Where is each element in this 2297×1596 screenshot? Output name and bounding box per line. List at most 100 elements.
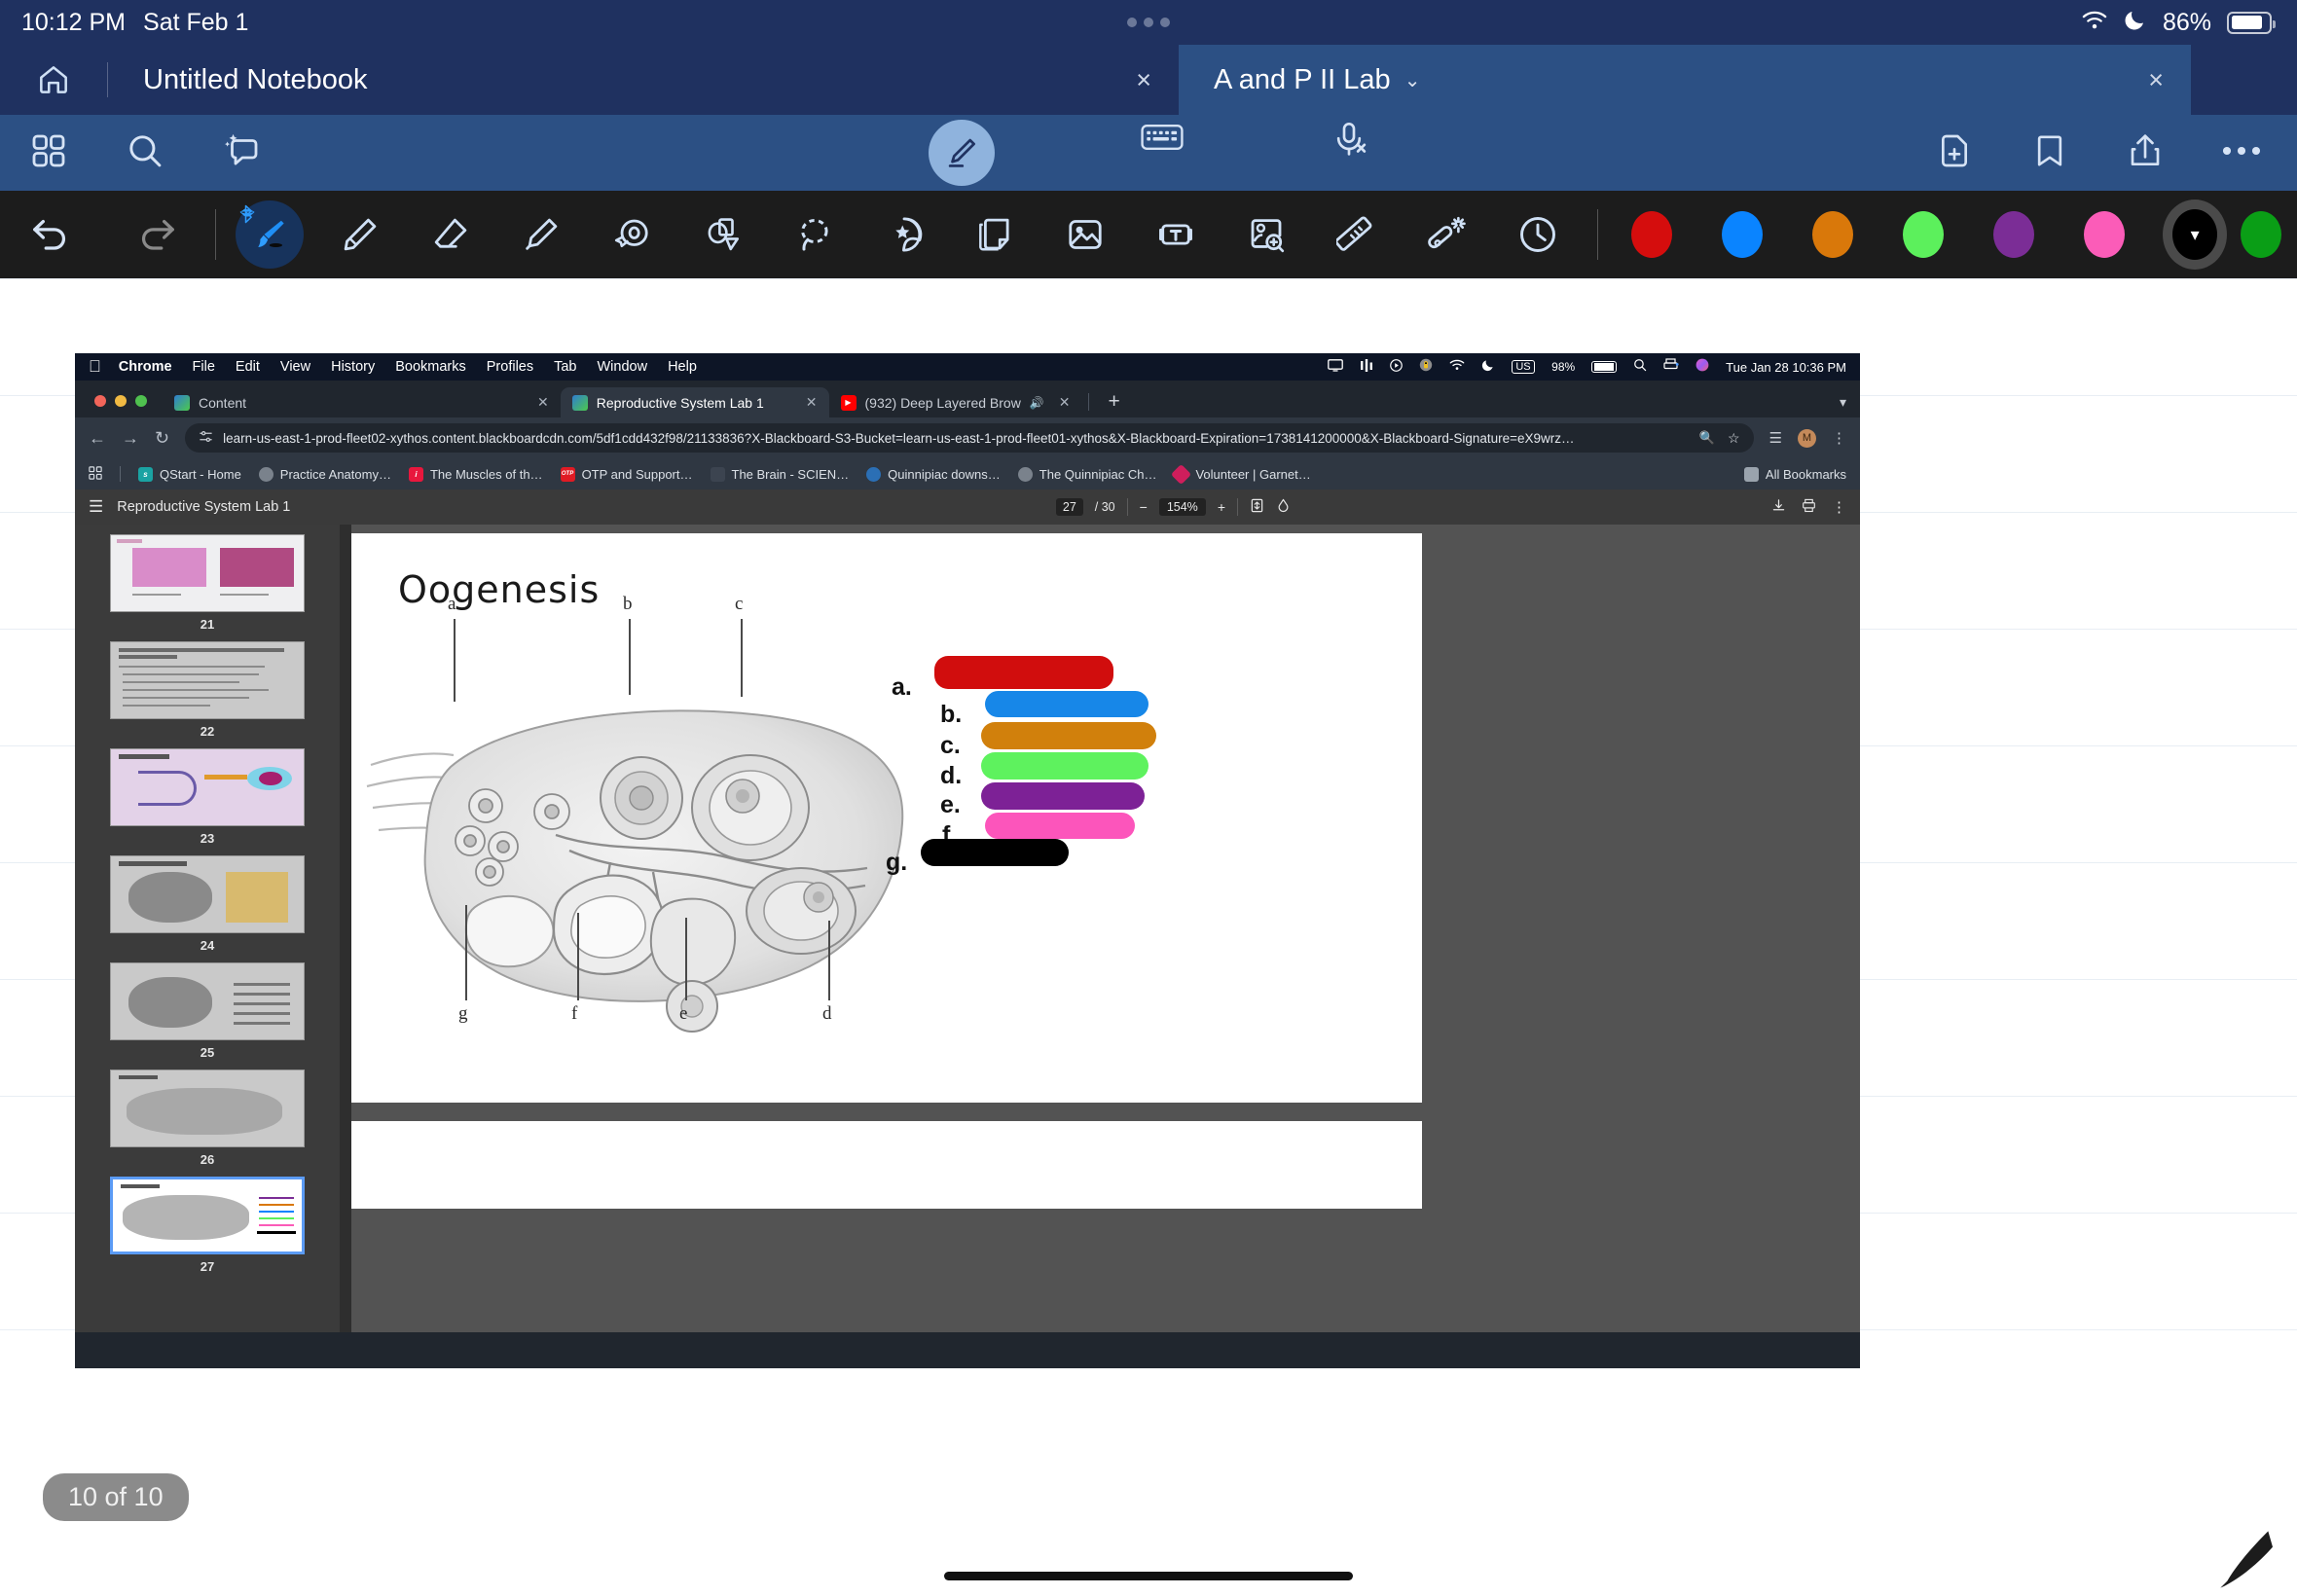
sticker-tool[interactable] bbox=[858, 191, 949, 278]
browser-tab-content[interactable]: Content ✕ bbox=[163, 387, 561, 417]
bookmark-the-brain[interactable]: The Brain - SCIEN… bbox=[710, 466, 849, 482]
eraser-tool[interactable] bbox=[406, 191, 496, 278]
bookmark-qstart[interactable]: s QStart - Home bbox=[138, 466, 241, 482]
color-dark-green[interactable] bbox=[2240, 191, 2297, 278]
hamburger-menu-icon[interactable]: ☰ bbox=[89, 497, 103, 517]
printer-icon[interactable] bbox=[1663, 358, 1679, 376]
pdf-current-page[interactable]: 27 bbox=[1055, 498, 1083, 516]
address-bar[interactable]: learn-us-east-1-prod-fleet02-xythos.cont… bbox=[185, 423, 1754, 453]
pdf-thumbnail[interactable]: 26 bbox=[110, 1070, 305, 1167]
close-icon[interactable]: × bbox=[1136, 65, 1151, 95]
ruler-tool[interactable] bbox=[1312, 191, 1403, 278]
color-pink[interactable] bbox=[2060, 191, 2150, 278]
bookmark-quinnipiac-ch[interactable]: The Quinnipiac Ch… bbox=[1017, 466, 1156, 482]
fit-page-icon[interactable] bbox=[1250, 498, 1264, 516]
bookmark-practice-anatomy[interactable]: Practice Anatomy… bbox=[258, 466, 391, 482]
text-box-tool[interactable] bbox=[1130, 191, 1221, 278]
more-options-icon[interactable] bbox=[2221, 144, 2262, 163]
bookmarks-grid-icon[interactable] bbox=[89, 465, 102, 483]
menu-help[interactable]: Help bbox=[668, 359, 697, 375]
highlighter-tool[interactable] bbox=[496, 191, 587, 278]
close-icon[interactable]: ✕ bbox=[1059, 394, 1071, 411]
menu-profiles[interactable]: Profiles bbox=[487, 359, 533, 375]
pdf-page-27[interactable]: Oogenesis a b c g f e d a. b. c. d. e. f… bbox=[351, 533, 1422, 1103]
pdf-thumbnail[interactable]: 23 bbox=[110, 748, 305, 846]
color-black-selected[interactable]: ▾ bbox=[2150, 191, 2241, 278]
zoom-out-button[interactable]: − bbox=[1140, 499, 1148, 515]
close-icon[interactable]: ✕ bbox=[537, 394, 549, 411]
magic-wand-tool[interactable] bbox=[1403, 191, 1493, 278]
menu-history[interactable]: History bbox=[331, 359, 375, 375]
home-indicator-bar[interactable] bbox=[944, 1572, 1353, 1580]
pdf-thumbnail[interactable]: 25 bbox=[110, 962, 305, 1060]
menu-chrome[interactable]: Chrome bbox=[119, 359, 172, 375]
menu-edit[interactable]: Edit bbox=[236, 359, 260, 375]
bookmark-icon[interactable] bbox=[2030, 131, 2069, 175]
forward-arrow-icon[interactable]: → bbox=[122, 428, 139, 449]
answer-key-annotations[interactable]: a. b. c. d. e. f. g. bbox=[886, 652, 1222, 876]
browser-tab-reproductive-system[interactable]: Reproductive System Lab 1 ✕ bbox=[560, 387, 829, 417]
kebab-menu-icon[interactable]: ⋮ bbox=[1832, 498, 1846, 516]
pdf-zoom-level[interactable]: 154% bbox=[1158, 498, 1206, 516]
menu-bookmarks[interactable]: Bookmarks bbox=[395, 359, 466, 375]
pencil-tool[interactable] bbox=[314, 191, 405, 278]
new-tab-button[interactable]: + bbox=[1095, 390, 1134, 417]
display-icon[interactable] bbox=[1328, 358, 1343, 376]
kebab-menu-icon[interactable]: ⋮ bbox=[1832, 429, 1846, 447]
notebook-tab-ap2lab[interactable]: A and P II Lab ⌄ × bbox=[1179, 45, 2191, 115]
menu-tab[interactable]: Tab bbox=[554, 359, 576, 375]
color-purple[interactable] bbox=[1968, 191, 2059, 278]
moon-icon[interactable] bbox=[1481, 358, 1495, 376]
add-page-icon[interactable] bbox=[1935, 131, 1974, 175]
chevron-down-icon[interactable]: ▾ bbox=[2172, 209, 2218, 260]
zoom-in-button[interactable]: + bbox=[1218, 499, 1225, 515]
embedded-browser-screenshot[interactable]:  Chrome File Edit View History Bookmark… bbox=[75, 353, 1860, 1368]
shapes-tool[interactable] bbox=[677, 191, 768, 278]
color-orange[interactable] bbox=[1787, 191, 1878, 278]
brush-tool[interactable]: 🗢 bbox=[224, 191, 314, 278]
pen-mode-icon[interactable] bbox=[929, 120, 995, 186]
bookmark-muscles[interactable]: i The Muscles of th… bbox=[408, 466, 543, 482]
all-bookmarks-button[interactable]: All Bookmarks bbox=[1743, 466, 1846, 482]
bookmark-volunteer[interactable]: Volunteer | Garnet… bbox=[1171, 463, 1311, 485]
reload-icon[interactable]: ↻ bbox=[155, 428, 169, 449]
tape-tool[interactable] bbox=[587, 191, 677, 278]
color-red[interactable] bbox=[1606, 191, 1696, 278]
bookmark-otp[interactable]: OTP OTP and Support… bbox=[560, 466, 693, 482]
pdf-thumbnail[interactable]: 24 bbox=[110, 855, 305, 953]
menu-window[interactable]: Window bbox=[598, 359, 648, 375]
mac-date-time[interactable]: Tue Jan 28 10:36 PM bbox=[1726, 360, 1846, 375]
pdf-thumbnail-selected[interactable]: 27 bbox=[110, 1177, 305, 1274]
home-icon[interactable] bbox=[0, 45, 107, 115]
undo-button[interactable] bbox=[0, 191, 104, 278]
siri-icon[interactable] bbox=[1695, 358, 1709, 376]
snip-tool[interactable] bbox=[1221, 191, 1312, 278]
apple-logo-icon[interactable]:  bbox=[89, 357, 101, 377]
search-icon[interactable] bbox=[1633, 358, 1647, 376]
print-icon[interactable] bbox=[1802, 498, 1816, 516]
browser-tab-youtube[interactable]: ▶ (932) Deep Layered Brow 🔊 ✕ bbox=[829, 387, 1082, 417]
redo-button[interactable] bbox=[104, 191, 208, 278]
notebook-tab-untitled[interactable]: Untitled Notebook × bbox=[108, 45, 1179, 115]
pdf-viewer-body[interactable]: 21 22 23 24 25 26 27 Oogenesis a b c g f… bbox=[75, 525, 1860, 1332]
star-icon[interactable]: ☆ bbox=[1728, 430, 1740, 447]
pdf-thumbnail-sidebar[interactable]: 21 22 23 24 25 26 27 bbox=[75, 525, 340, 1332]
download-icon[interactable] bbox=[1771, 498, 1786, 516]
sticky-note-tool[interactable] bbox=[949, 191, 1039, 278]
pdf-document-area[interactable]: Oogenesis a b c g f e d a. b. c. d. e. f… bbox=[351, 525, 1860, 1332]
close-icon[interactable]: ✕ bbox=[806, 394, 818, 411]
back-arrow-icon[interactable]: ← bbox=[89, 428, 106, 449]
lasso-tool[interactable] bbox=[768, 191, 858, 278]
tab-search-chevron-icon[interactable]: ▾ bbox=[1826, 394, 1860, 417]
menu-view[interactable]: View bbox=[280, 359, 310, 375]
color-green[interactable] bbox=[1878, 191, 1968, 278]
keyboard-layout-badge[interactable]: US bbox=[1511, 360, 1536, 374]
bookmark-quinnipiac-downs[interactable]: Quinnipiac downs… bbox=[866, 466, 1001, 482]
profile-avatar[interactable]: M bbox=[1798, 428, 1816, 448]
keyboard-icon[interactable] bbox=[1141, 120, 1184, 186]
pdf-thumbnail[interactable]: 21 bbox=[110, 534, 305, 632]
pdf-thumbnail[interactable]: 22 bbox=[110, 641, 305, 739]
pdf-sidebar-scrollbar[interactable] bbox=[340, 525, 351, 1332]
history-tool[interactable] bbox=[1493, 191, 1584, 278]
image-tool[interactable] bbox=[1039, 191, 1130, 278]
